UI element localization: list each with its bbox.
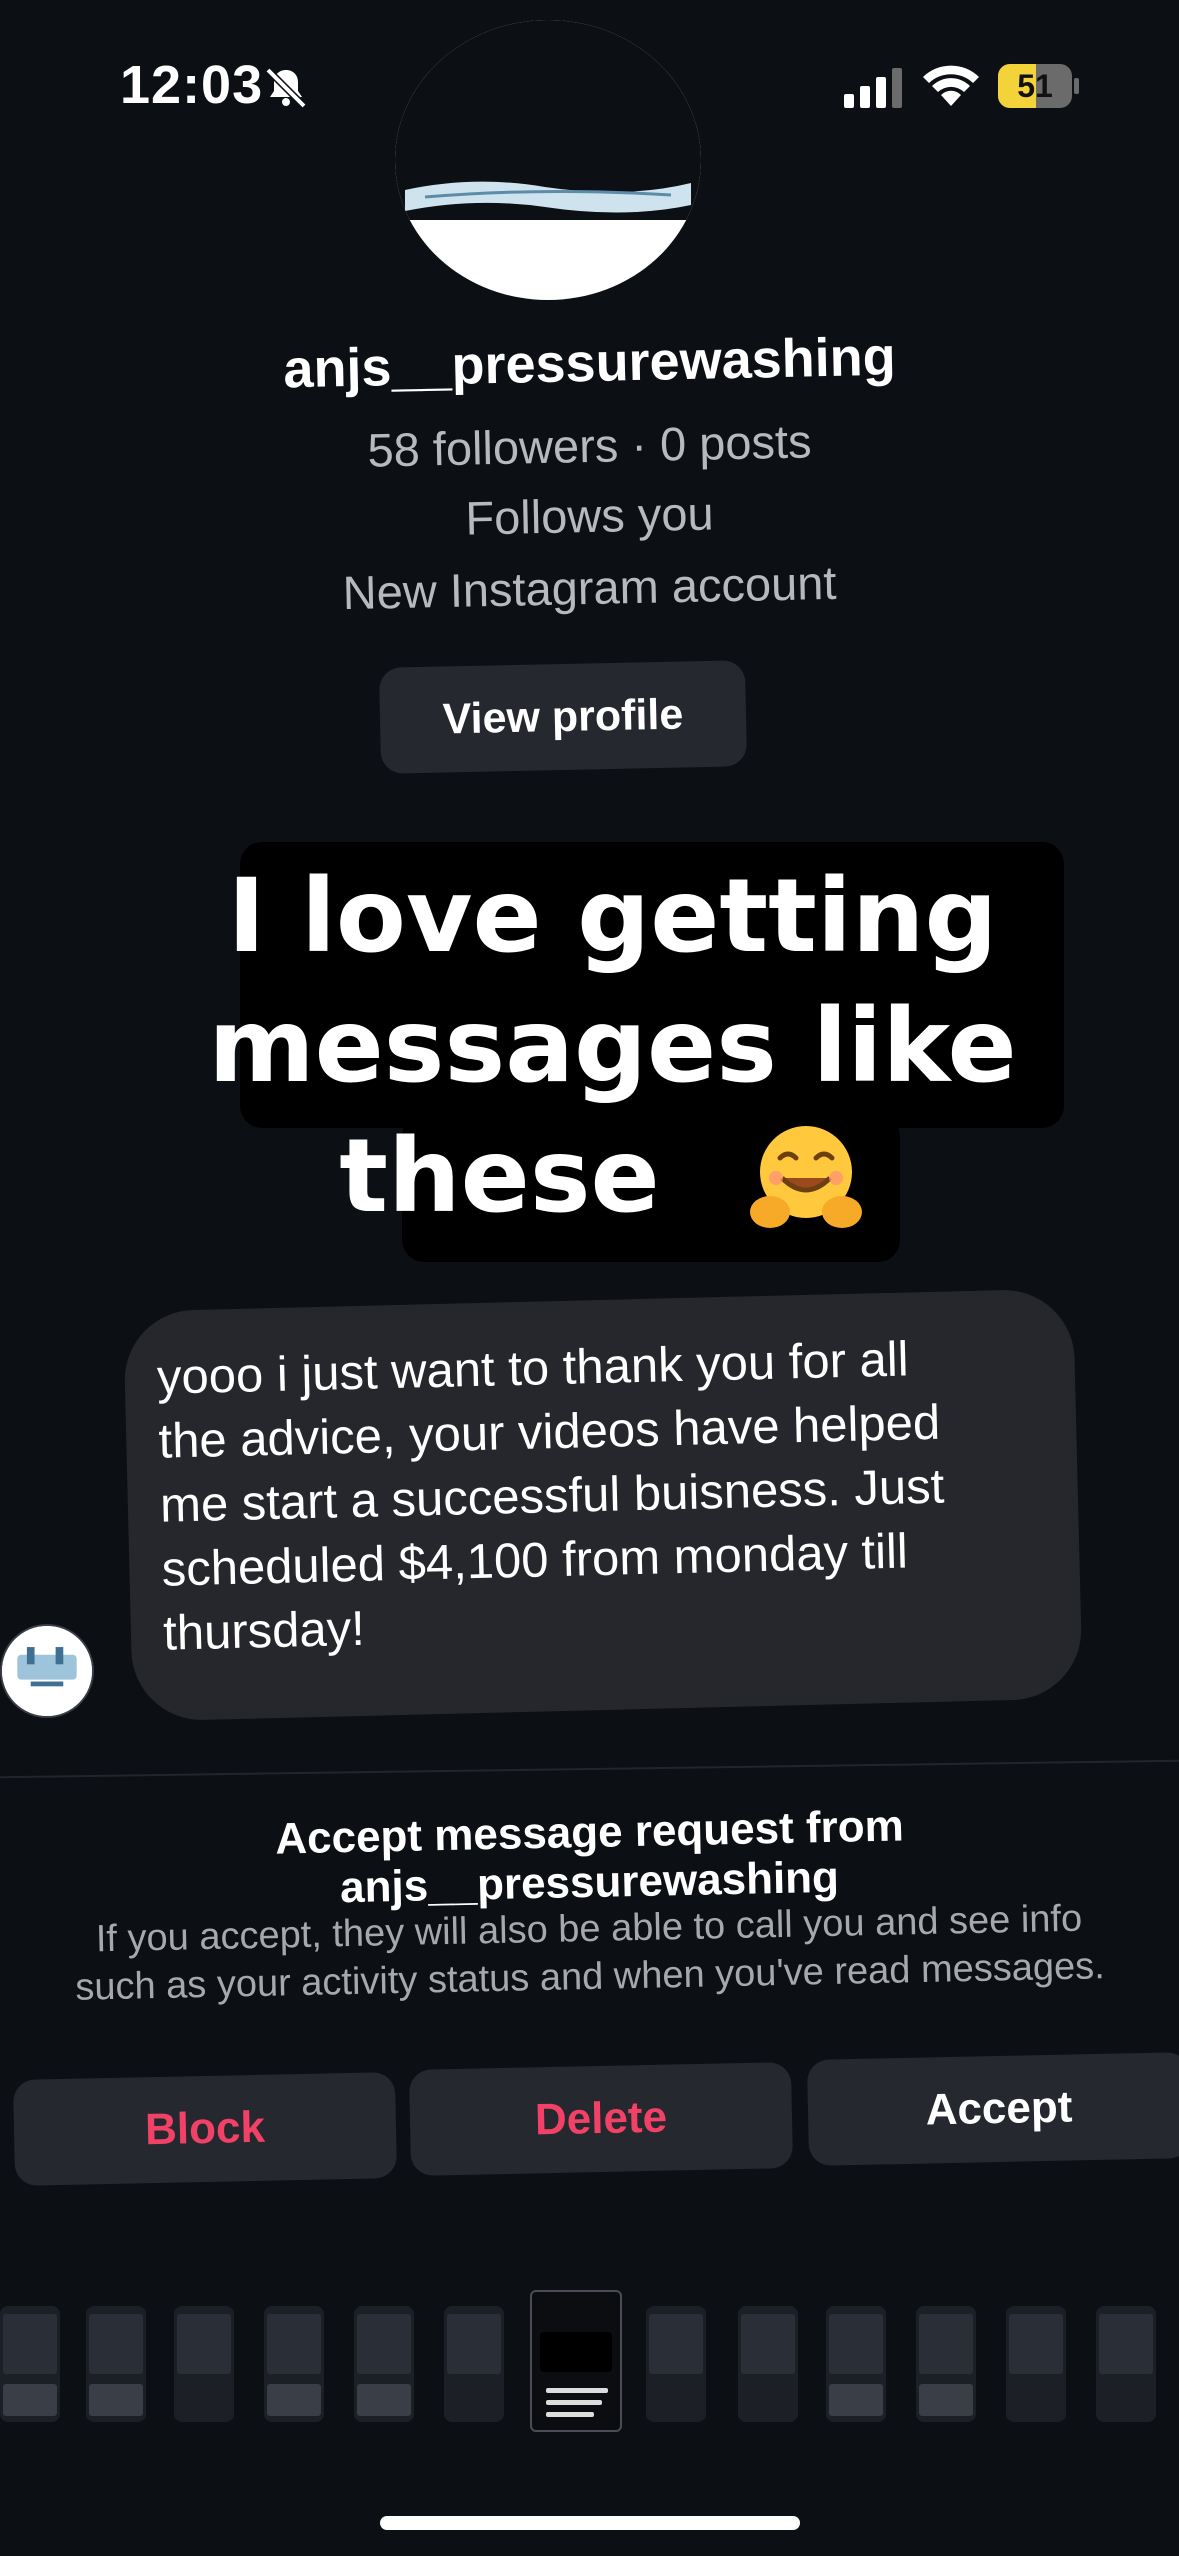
video-thumbnail[interactable] [916, 2306, 976, 2422]
hugging-face-emoji [750, 1126, 862, 1228]
message-text: yooo i just want to thank you for all th… [156, 1324, 1044, 1665]
divider [0, 1759, 1179, 1779]
wifi-icon [923, 65, 979, 106]
follows-you-label: Follows you [464, 486, 715, 545]
video-thumbnail[interactable] [646, 2306, 706, 2422]
status-time: 12:03 [120, 55, 264, 115]
caption-line-3: these [339, 1117, 660, 1236]
view-profile-button[interactable]: View profile [378, 660, 748, 774]
profile-username: anjs__pressurewashing [282, 326, 897, 400]
battery-level: 51 [1017, 68, 1053, 104]
video-thumbnail[interactable] [1096, 2306, 1156, 2422]
accept-button[interactable]: Accept [806, 2052, 1179, 2166]
caption-line-2: messages like [208, 987, 1017, 1106]
video-thumbnail[interactable] [444, 2306, 504, 2422]
sender-logo [2, 1626, 92, 1716]
profile-avatar[interactable] [395, 20, 701, 300]
logo-banner [405, 181, 691, 213]
cellular-signal-icon [844, 68, 902, 108]
home-indicator[interactable] [380, 2516, 800, 2530]
video-thumbnail[interactable] [1006, 2306, 1066, 2422]
video-thumbnail[interactable] [86, 2306, 146, 2422]
delete-button[interactable]: Delete [408, 2062, 794, 2176]
profile-stats: 58 followers · 0 posts [366, 414, 813, 477]
current-video-thumbnail[interactable] [530, 2290, 622, 2432]
video-thumbnail[interactable] [0, 2306, 60, 2422]
video-thumbnail[interactable] [826, 2306, 886, 2422]
bell-slash-icon [265, 67, 307, 109]
account-note: New Instagram account [342, 555, 837, 620]
video-thumbnail[interactable] [354, 2306, 414, 2422]
battery-icon: 51 [998, 64, 1079, 108]
video-thumbnail[interactable] [264, 2306, 324, 2422]
video-thumbnail[interactable] [738, 2306, 798, 2422]
caption-line-1: I love getting [227, 857, 998, 976]
block-button[interactable]: Block [12, 2072, 398, 2186]
video-thumbnail[interactable] [174, 2306, 234, 2422]
screen: 12:03 51 anjs__pressurewashing 58 follow… [0, 0, 1179, 2556]
sender-avatar[interactable] [0, 1624, 94, 1718]
